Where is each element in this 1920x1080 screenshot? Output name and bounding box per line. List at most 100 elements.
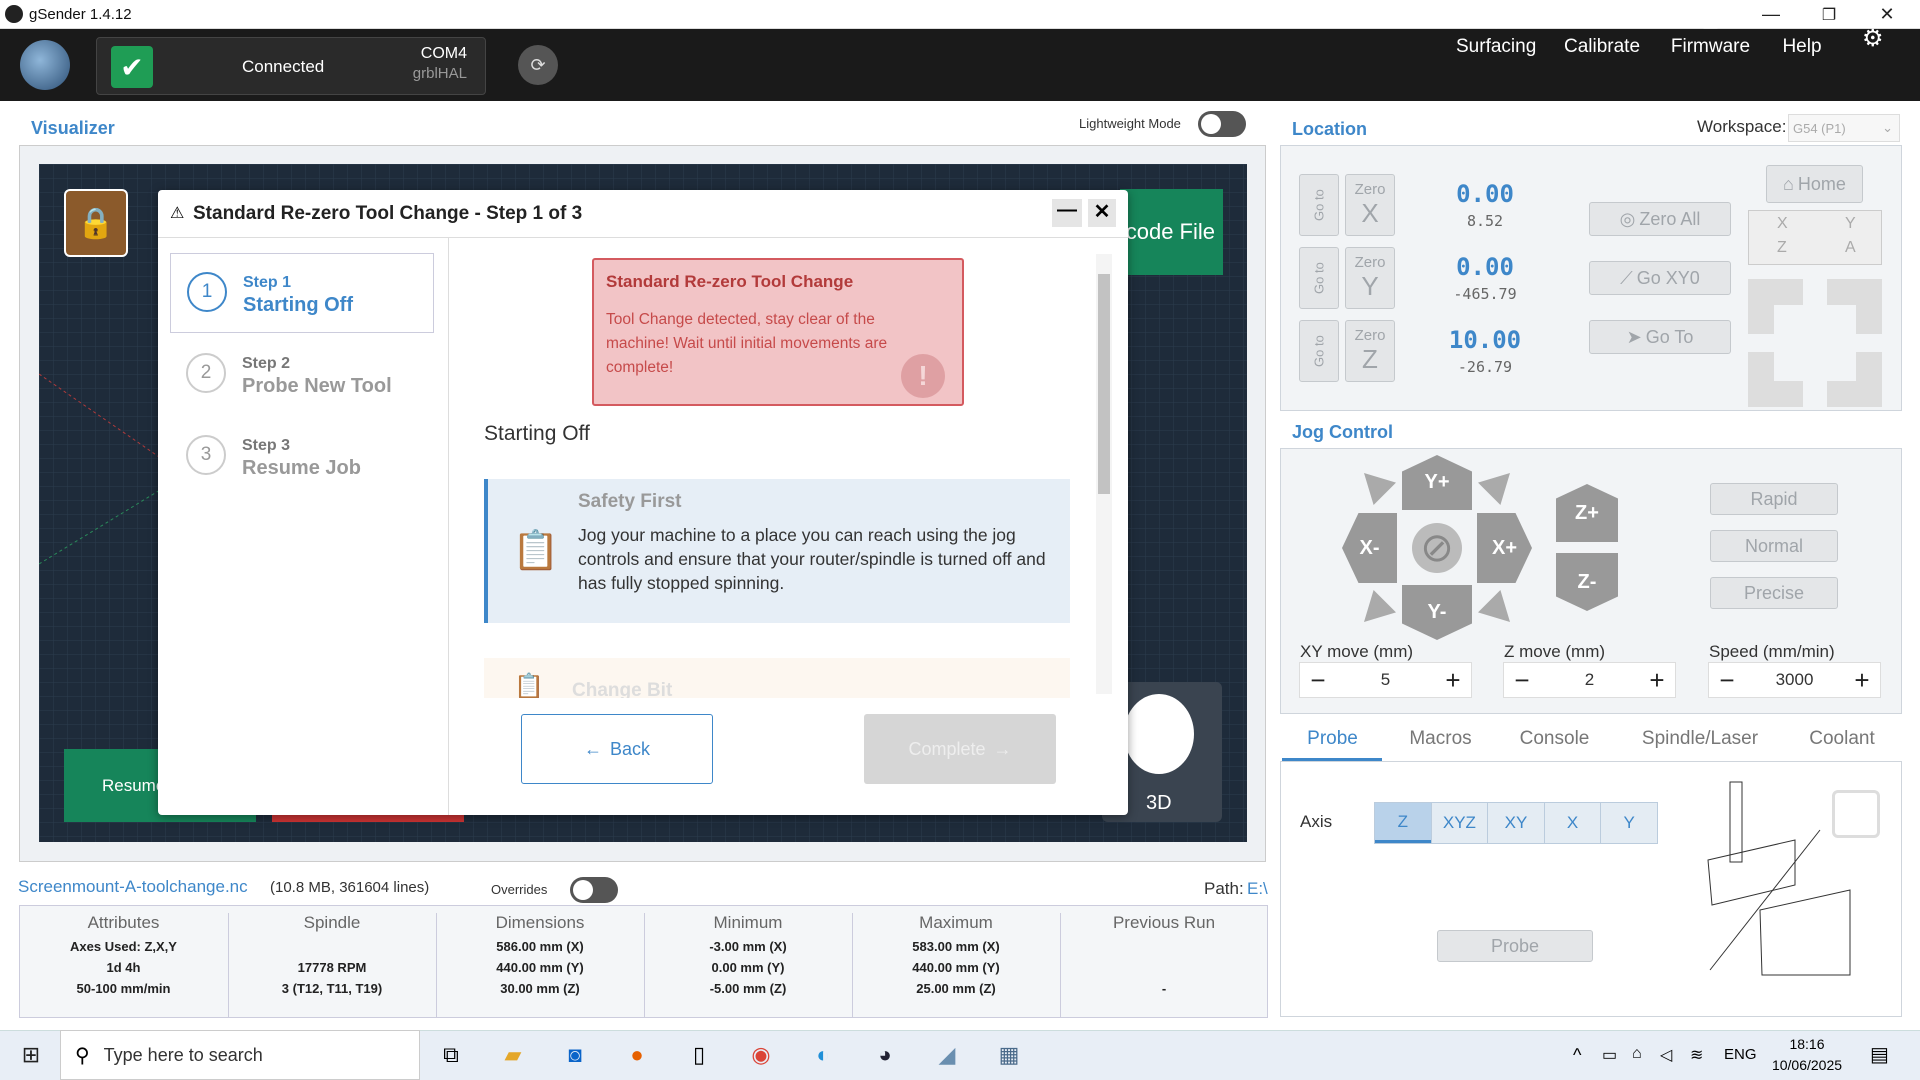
network-icon[interactable]: ⌂: [1632, 1045, 1642, 1063]
document-icon[interactable]: ▯: [682, 1040, 716, 1070]
z-decrement-button[interactable]: −: [1504, 665, 1540, 696]
speed-decrement-button[interactable]: −: [1709, 665, 1745, 696]
xy-decrement-button[interactable]: −: [1300, 665, 1336, 696]
goto-z-button[interactable]: Go to: [1299, 320, 1339, 382]
xy-move-stepper[interactable]: −5 +: [1299, 662, 1472, 698]
step-2[interactable]: 2 Step 2 Probe New Tool: [170, 335, 434, 415]
volume-icon[interactable]: ◁: [1660, 1045, 1672, 1065]
search-icon: ⚲: [75, 1044, 90, 1067]
windows-start-icon[interactable]: ⊞: [14, 1040, 48, 1070]
speed-stepper[interactable]: −3000 +: [1708, 662, 1881, 698]
jog-x-plus-button[interactable]: X+: [1477, 513, 1532, 583]
home-button[interactable]: ⌂ Home: [1766, 165, 1863, 203]
jog-xplus-yplus-button[interactable]: [1478, 473, 1510, 505]
jog-xminus-yplus-button[interactable]: [1364, 473, 1396, 505]
zero-z-button[interactable]: Zero Z: [1345, 320, 1395, 382]
stats-dimensions: Dimensions 586.00 mm (X) 440.00 mm (Y) 30.0…: [436, 913, 643, 1017]
complete-button[interactable]: Complete →: [864, 714, 1056, 784]
file-name-link[interactable]: Screenmount-A-toolchange.nc: [18, 877, 248, 897]
lock-icon[interactable]: 🔒: [64, 189, 128, 257]
app-taskbar-icon[interactable]: ◢: [930, 1040, 964, 1070]
clock-date[interactable]: 10/06/2025: [1767, 1057, 1847, 1073]
step-1[interactable]: 1 Step 1 Starting Off: [170, 253, 434, 333]
jog-cancel-icon[interactable]: ⊘: [1412, 523, 1462, 573]
jog-speed-normal-button[interactable]: Normal: [1710, 530, 1838, 562]
gsender-logo-icon: [20, 40, 70, 90]
tab-macros[interactable]: Macros: [1393, 728, 1488, 750]
settings-gear-icon[interactable]: ⚙: [1862, 24, 1884, 53]
z-increment-button[interactable]: +: [1639, 665, 1675, 696]
modal-close-button[interactable]: ✕: [1088, 199, 1116, 227]
jog-y-minus-button[interactable]: Y-: [1402, 585, 1472, 640]
x-work-position: 0.00: [1456, 180, 1514, 208]
chevron-up-icon[interactable]: ^: [1573, 1045, 1581, 1066]
surfacing-button[interactable]: ◈ Surfacing: [1456, 10, 1536, 58]
go-to-button[interactable]: ➤ Go To: [1589, 320, 1731, 354]
load-file-button[interactable]: code File: [1120, 189, 1223, 275]
zero-x-button[interactable]: Zero X: [1345, 174, 1395, 236]
jog-speed-rapid-button[interactable]: Rapid: [1710, 483, 1838, 515]
probe-axis-y[interactable]: Y: [1600, 803, 1657, 843]
speed-increment-button[interactable]: +: [1844, 665, 1880, 696]
goto-x-button[interactable]: Go to: [1299, 174, 1339, 236]
tab-spindle-laser[interactable]: Spindle/Laser: [1628, 728, 1772, 750]
stats-spindle: Spindle 17778 RPM 3 (T12, T11, T19): [228, 913, 435, 1017]
jog-x-minus-button[interactable]: X-: [1342, 513, 1397, 583]
modal-minimize-button[interactable]: —: [1052, 199, 1082, 227]
probe-axis-xy[interactable]: XY: [1487, 803, 1544, 843]
modal-divider: [448, 238, 449, 815]
overrides-toggle[interactable]: [570, 877, 618, 903]
stats-minimum: Minimum -3.00 mm (X) 0.00 mm (Y) -5.00 mm (…: [644, 913, 851, 1017]
back-button[interactable]: ← Back: [521, 714, 713, 784]
jog-y-plus-button[interactable]: Y+: [1402, 455, 1472, 510]
xy-increment-button[interactable]: +: [1435, 665, 1471, 696]
chrome-icon[interactable]: ◉: [744, 1040, 778, 1070]
file-explorer-icon[interactable]: ▰: [496, 1040, 530, 1070]
jog-control-title: Jog Control: [1292, 422, 1393, 442]
zero-all-button[interactable]: ◎ Zero All: [1589, 202, 1731, 236]
probe-axis-xyz[interactable]: XYZ: [1430, 803, 1488, 843]
wifi-icon[interactable]: ≋: [1690, 1045, 1703, 1065]
z-move-stepper[interactable]: −2 +: [1503, 662, 1676, 698]
task-view-icon[interactable]: ⧉: [434, 1040, 468, 1070]
tab-probe[interactable]: Probe: [1285, 728, 1380, 750]
gsender-taskbar-icon[interactable]: ◕: [868, 1040, 902, 1070]
y-work-position: 0.00: [1456, 253, 1514, 281]
probe-button[interactable]: Probe: [1437, 930, 1593, 962]
taskbar-search-box[interactable]: ⚲ Type here to search: [60, 1030, 420, 1080]
step-3[interactable]: 3 Step 3 Resume Job: [170, 417, 434, 497]
go-xy0-button[interactable]: ⟋ Go XY0: [1589, 261, 1731, 295]
z-move-label: Z move (mm): [1504, 642, 1606, 661]
help-button[interactable]: ? Help: [1772, 10, 1832, 58]
edge-icon[interactable]: ◐: [806, 1040, 840, 1070]
battery-icon[interactable]: ▭: [1602, 1045, 1617, 1065]
goto-y-button[interactable]: Go to: [1299, 247, 1339, 309]
zero-y-button[interactable]: Zero Y: [1345, 247, 1395, 309]
outlook-icon[interactable]: ◙: [558, 1040, 592, 1070]
probe-axis-x[interactable]: X: [1543, 803, 1601, 843]
probe-axis-z[interactable]: Z: [1375, 803, 1431, 843]
app-logo-icon: [5, 5, 23, 23]
firmware-button[interactable]: ▤ Firmware: [1668, 10, 1753, 58]
alert-exclamation-icon: !: [901, 354, 945, 398]
tab-console[interactable]: Console: [1507, 728, 1602, 750]
notifications-icon[interactable]: ▤: [1870, 1042, 1889, 1067]
lightweight-mode-toggle[interactable]: [1198, 111, 1246, 137]
connection-status: Connected: [242, 57, 325, 76]
calculator-icon[interactable]: ▦: [992, 1040, 1026, 1070]
calibrate-button[interactable]: ▰ Calibrate: [1562, 10, 1642, 58]
path-value[interactable]: E:\: [1247, 879, 1268, 899]
modal-scrollbar[interactable]: [1096, 254, 1112, 694]
unlock-machine-icon[interactable]: ⟳: [518, 45, 558, 85]
workspace-select[interactable]: G54 (P1) ⌄: [1788, 114, 1900, 142]
clock-time[interactable]: 18:16: [1775, 1036, 1839, 1052]
language-indicator[interactable]: ENG: [1724, 1046, 1757, 1063]
corner-positions-widget[interactable]: [1748, 279, 1882, 407]
jog-speed-precise-button[interactable]: Precise: [1710, 577, 1838, 609]
jog-xplus-yminus-button[interactable]: [1478, 590, 1510, 622]
connection-widget[interactable]: ✔ Connected COM4 grblHAL: [96, 37, 486, 95]
jog-xminus-yminus-button[interactable]: [1364, 590, 1396, 622]
fullscreen-icon[interactable]: [1832, 790, 1880, 838]
firefox-icon[interactable]: ●: [620, 1040, 654, 1070]
tab-coolant[interactable]: Coolant: [1797, 728, 1887, 750]
